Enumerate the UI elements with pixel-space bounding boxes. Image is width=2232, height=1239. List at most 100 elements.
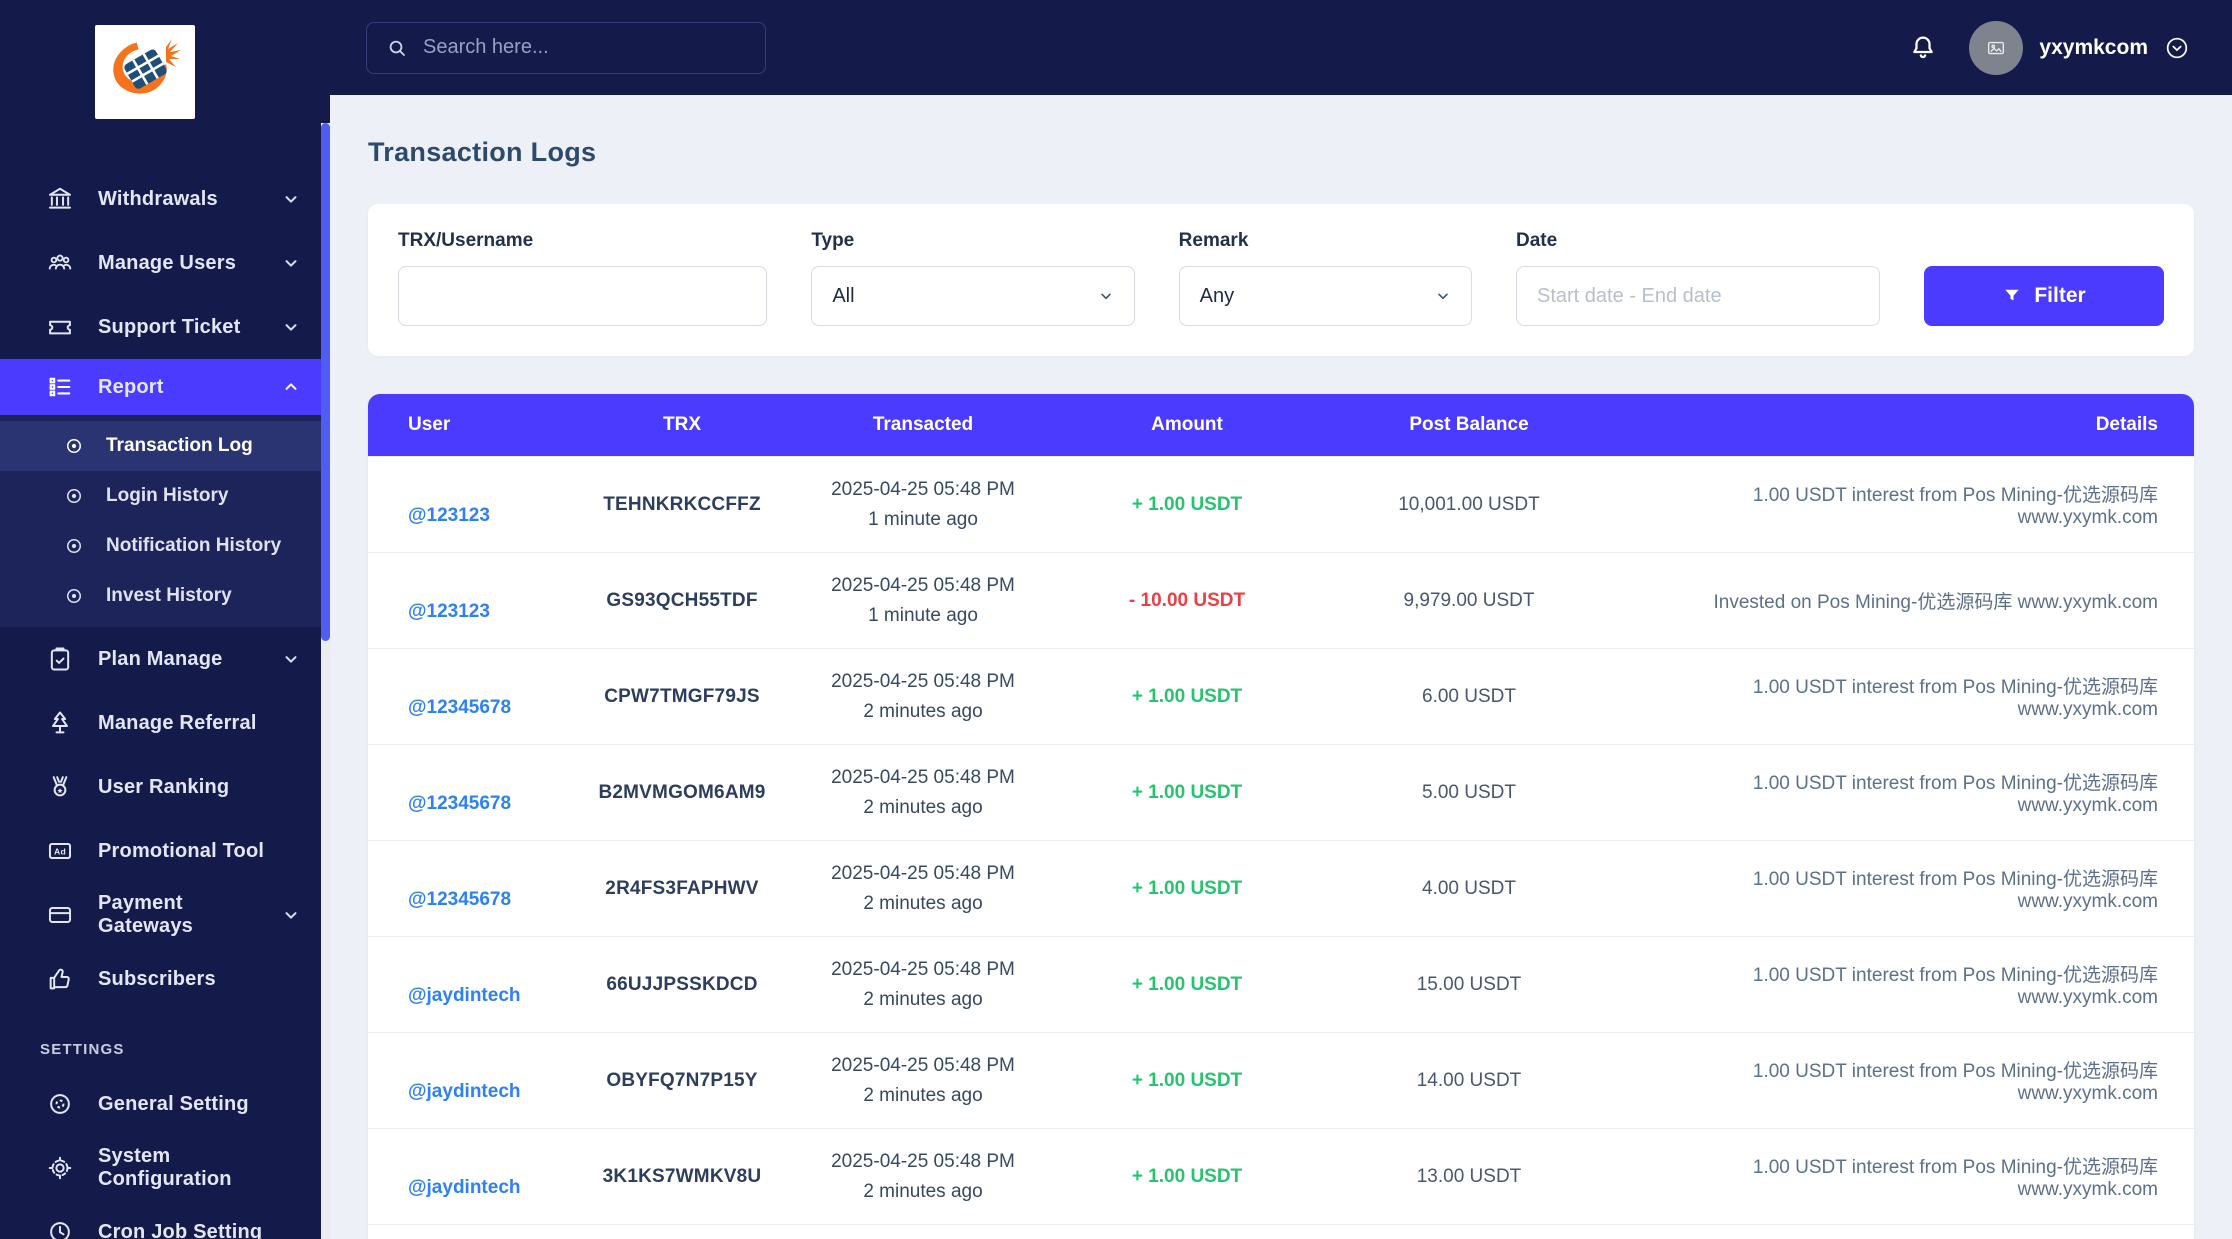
- user-link[interactable]: @12345678: [408, 889, 511, 911]
- sidebar-item-label: User Ranking: [98, 775, 230, 798]
- submenu-item-transaction-log[interactable]: Transaction Log: [0, 421, 330, 471]
- table-row: @12345678 B2MVMGOM6AM9 2025-04-25 05:48 …: [368, 744, 2194, 840]
- sidebar-item-manage-referral[interactable]: Manage Referral: [0, 691, 330, 755]
- chevron-up-icon: [282, 378, 300, 396]
- user-link[interactable]: @jaydintech: [408, 1081, 521, 1103]
- transacted-date: 2025-04-25 05:48 PM: [831, 959, 1015, 981]
- remark-label: Remark: [1178, 230, 1249, 251]
- sidebar-item-report[interactable]: Report: [0, 359, 330, 415]
- transacted-cell: 2025-04-25 05:48 PM 2 minutes ago: [800, 955, 1046, 1014]
- clock-icon: [46, 1218, 74, 1239]
- post-balance-cell: 5.00 USDT: [1422, 781, 1516, 803]
- transacted-cell: 2025-04-25 05:48 PM 1 minute ago: [800, 475, 1046, 534]
- sidebar-item-withdrawals[interactable]: Withdrawals: [0, 167, 330, 231]
- trx-code: 3K1KS7WMKV8U: [602, 1165, 762, 1187]
- username[interactable]: yxymkcom: [2039, 36, 2148, 60]
- sidebar-item-manage-users[interactable]: Manage Users: [0, 231, 330, 295]
- table-row: @jaydintech OBYFQ7N7P15Y 2025-04-25 05:4…: [368, 1032, 2194, 1128]
- sidebar-item-user-ranking[interactable]: User Ranking: [0, 755, 330, 819]
- sidebar-item-label: Subscribers: [98, 967, 216, 990]
- submenu-item-invest-history[interactable]: Invest History: [0, 571, 330, 621]
- sidebar-item-label: Plan Manage: [98, 647, 223, 670]
- page-title: Transaction Logs: [368, 137, 597, 167]
- filter-button[interactable]: Filter: [1924, 266, 2164, 326]
- chevron-down-icon: [282, 906, 300, 924]
- submenu-item-login-history[interactable]: Login History: [0, 471, 330, 521]
- trx-code: OBYFQ7N7P15Y: [606, 1069, 758, 1091]
- user-link[interactable]: @jaydintech: [408, 985, 521, 1007]
- remark-select-value: Any: [1199, 284, 1235, 307]
- details-cell: 1.00 USDT interest from Pos Mining-优选源码库…: [1752, 677, 2158, 720]
- table-row: @123123 GS93QCH55TDF 2025-04-25 05:48 PM…: [368, 552, 2194, 648]
- transacted-ago: 2 minutes ago: [863, 700, 983, 722]
- user-link[interactable]: @123123: [408, 505, 490, 527]
- sidebar-item-plan-manage[interactable]: Plan Manage: [0, 627, 330, 691]
- medal-icon: [46, 773, 74, 801]
- search-box[interactable]: [366, 21, 766, 74]
- transacted-cell: 2025-04-25 05:48 PM 2 minutes ago: [800, 859, 1046, 918]
- user-link[interactable]: @12345678: [408, 793, 511, 815]
- amount-cell: + 1.00 USDT: [1131, 1069, 1243, 1091]
- sidebar-item-subscribers[interactable]: Subscribers: [0, 947, 330, 1011]
- trx-username-label: TRX/Username: [398, 230, 534, 251]
- brand-logo[interactable]: [95, 25, 195, 119]
- post-balance-cell: 15.00 USDT: [1416, 973, 1522, 995]
- post-balance-cell: 14.00 USDT: [1416, 1069, 1522, 1091]
- filter-card: TRX/Username Type All Remark Any Date St…: [368, 204, 2194, 356]
- search-icon: [385, 36, 409, 60]
- user-link[interactable]: @jaydintech: [408, 1177, 521, 1199]
- date-range-input[interactable]: [1516, 266, 1880, 326]
- submenu-item-label: Login History: [106, 485, 229, 506]
- notification-bell-icon[interactable]: [1907, 32, 1939, 64]
- sidebar-item-system-configuration[interactable]: System Configuration: [0, 1136, 330, 1200]
- sidebar-item-support-ticket[interactable]: Support Ticket: [0, 295, 330, 359]
- details-cell: 1.00 USDT interest from Pos Mining-优选源码库…: [1752, 1157, 2158, 1200]
- sidebar-item-label: Support Ticket: [98, 315, 241, 338]
- remark-select[interactable]: Any: [1178, 266, 1472, 326]
- trx-code: TEHNKRKCCFFZ: [603, 493, 761, 515]
- sidebar-item-payment-gateways[interactable]: Payment Gateways: [0, 883, 330, 947]
- transacted-cell: 2025-04-25 05:48 PM 1 minute ago: [800, 571, 1046, 630]
- sidebar-scrollbar-thumb[interactable]: [321, 123, 330, 641]
- sidebar-item-label: Withdrawals: [98, 187, 218, 210]
- transacted-cell: 2025-04-25 05:48 PM 2 minutes ago: [800, 763, 1046, 822]
- trx-username-input[interactable]: [398, 266, 768, 326]
- sidebar-item-label: Report: [98, 375, 164, 398]
- avatar[interactable]: [1969, 20, 2024, 75]
- user-link[interactable]: @123123: [408, 601, 490, 623]
- transacted-date: 2025-04-25 05:48 PM: [831, 479, 1015, 501]
- sidebar-item-promotional-tool[interactable]: Ad Promotional Tool: [0, 819, 330, 883]
- table-row-partial: [368, 1224, 2194, 1239]
- search-input[interactable]: [423, 36, 747, 59]
- details-cell: 1.00 USDT interest from Pos Mining-优选源码库…: [1752, 965, 2158, 1008]
- tree-icon: [46, 709, 74, 737]
- sidebar-item-general-setting[interactable]: General Setting: [0, 1072, 330, 1136]
- sidebar-item-label: System Configuration: [98, 1145, 232, 1190]
- chevron-down-icon: [1098, 288, 1114, 304]
- sidebar-item-label: Payment Gateways: [98, 892, 193, 937]
- report-icon: [46, 373, 74, 401]
- user-link[interactable]: @12345678: [408, 697, 511, 719]
- table-row: @jaydintech 66UJJPSSKDCD 2025-04-25 05:4…: [368, 936, 2194, 1032]
- circle-dot-icon: [64, 586, 84, 606]
- sidebar-item-cron-job-setting[interactable]: Cron Job Setting: [0, 1200, 330, 1239]
- transaction-table: User TRX Transacted Amount Post Balance …: [368, 394, 2194, 1239]
- amount-cell: + 1.00 USDT: [1131, 877, 1243, 899]
- transacted-ago: 2 minutes ago: [863, 892, 983, 914]
- submenu-item-notification-history[interactable]: Notification History: [0, 521, 330, 571]
- user-menu[interactable]: yxymkcom: [1969, 20, 2190, 75]
- amount-cell: + 1.00 USDT: [1131, 493, 1243, 515]
- chevron-down-circle-icon[interactable]: [2164, 35, 2190, 61]
- credit-card-icon: [46, 901, 74, 929]
- date-label: Date: [1516, 230, 1558, 251]
- circle-dot-icon: [64, 536, 84, 556]
- details-cell: 1.00 USDT interest from Pos Mining-优选源码库…: [1752, 773, 2158, 816]
- solar-globe-logo-icon: [108, 37, 182, 107]
- main-content: Transaction Logs TRX/Username Type All R…: [330, 95, 2232, 1239]
- type-select[interactable]: All: [811, 266, 1135, 326]
- amount-cell: - 10.00 USDT: [1128, 589, 1246, 611]
- sidebar-item-label: Promotional Tool: [98, 839, 265, 862]
- settings-section-header: SETTINGS: [40, 1041, 125, 1058]
- type-label: Type: [811, 230, 855, 251]
- col-header-transacted: Transacted: [872, 414, 974, 435]
